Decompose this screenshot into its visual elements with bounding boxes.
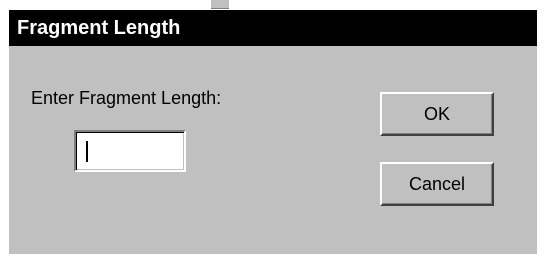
fragment-length-prompt: Enter Fragment Length: xyxy=(31,88,222,108)
ok-button[interactable]: OK xyxy=(380,92,494,136)
page-bottom-edge xyxy=(0,254,547,260)
fragment-length-dialog: Fragment Length Enter Fragment Length: O… xyxy=(9,0,537,254)
window-top-edge xyxy=(9,0,537,10)
cancel-button[interactable]: Cancel xyxy=(380,162,494,206)
underlying-window-edge xyxy=(211,0,229,9)
dialog-titlebar[interactable]: Fragment Length xyxy=(9,10,537,46)
fragment-length-input[interactable] xyxy=(74,130,186,172)
dialog-title: Fragment Length xyxy=(17,17,181,39)
text-caret xyxy=(86,141,88,162)
